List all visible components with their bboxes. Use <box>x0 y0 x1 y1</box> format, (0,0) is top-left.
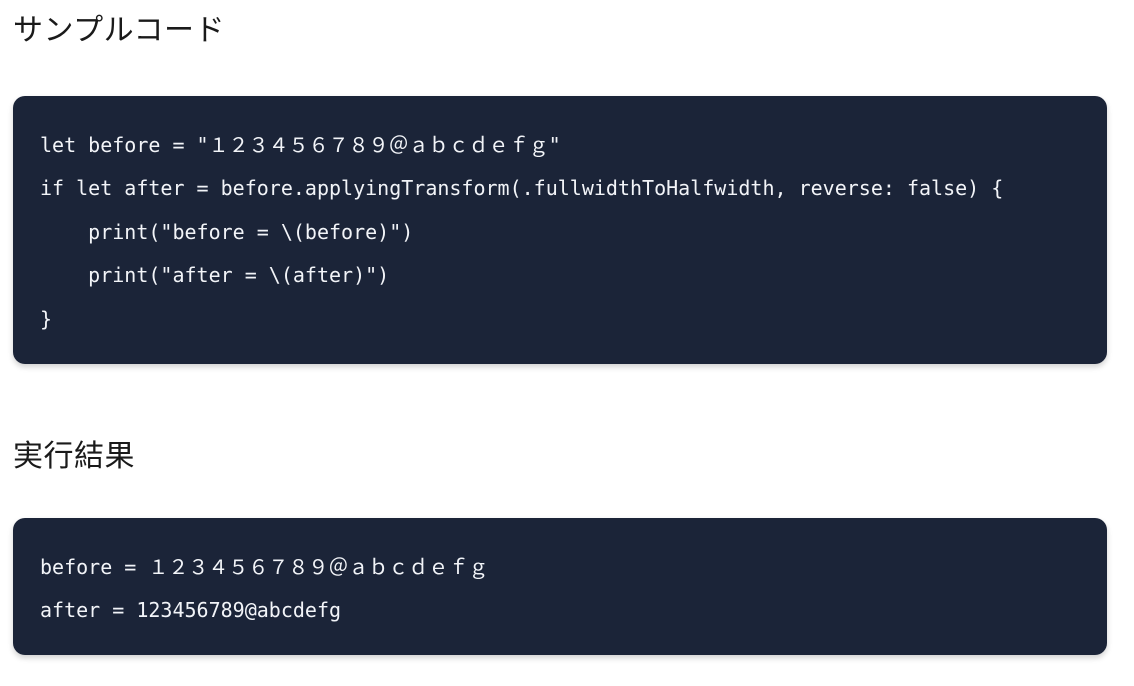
code-line: if let after = before.applyingTransform(… <box>40 176 1004 201</box>
code-line: print("before = \(before)") <box>40 219 414 244</box>
sample-code-block: let before = "１２３４５６７８９＠ａｂｃｄｅｆｇ" if let … <box>13 96 1107 364</box>
code-line: } <box>40 306 53 331</box>
output-line: after = 123456789@abcdefg <box>40 598 342 623</box>
sample-code-heading: サンプルコード <box>13 13 225 48</box>
code-line: print("after = \(after)") <box>40 263 390 288</box>
result-output-block: before = １２３４５６７８９＠ａｂｃｄｅｆｇ after = 12345… <box>13 518 1107 655</box>
code-line: let before = "１２３４５６７８９＠ａｂｃｄｅｆｇ" <box>40 133 561 157</box>
result-heading: 実行結果 <box>13 439 135 474</box>
output-line: before = １２３４５６７８９＠ａｂｃｄｅｆｇ <box>40 555 489 579</box>
